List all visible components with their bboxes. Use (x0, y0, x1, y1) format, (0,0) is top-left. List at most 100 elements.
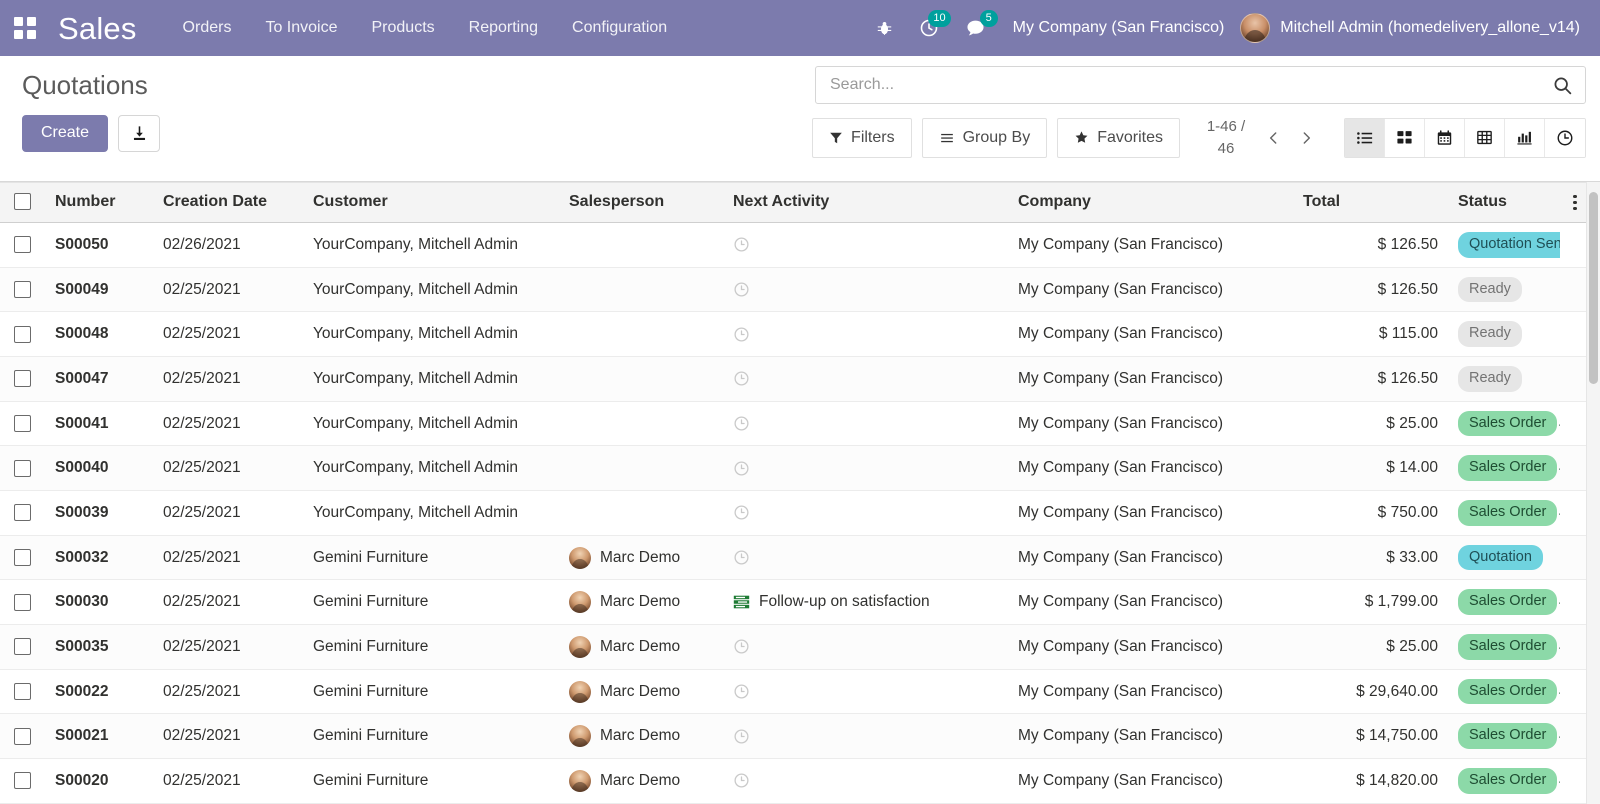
cell-number[interactable]: S00030 (45, 579, 153, 626)
select-all-checkbox[interactable] (14, 193, 31, 211)
cell-next-activity[interactable] (723, 535, 1008, 581)
row-checkbox[interactable] (14, 325, 31, 343)
column-header-creation-date[interactable]: Creation Date (153, 182, 303, 223)
table-row[interactable]: S00035 02/25/2021 Gemini Furniture Marc Dem… (0, 624, 1590, 670)
column-header-total[interactable]: Total (1293, 182, 1448, 223)
clock-icon[interactable] (733, 236, 750, 253)
row-checkbox[interactable] (14, 280, 31, 298)
row-checkbox[interactable] (14, 504, 31, 522)
vertical-scrollbar-thumb[interactable] (1589, 192, 1598, 384)
clock-icon[interactable] (733, 415, 750, 432)
cell-next-activity[interactable] (723, 490, 1008, 536)
filters-dropdown[interactable]: Filters (812, 117, 912, 158)
view-button-pivot[interactable] (1465, 118, 1505, 157)
row-checkbox[interactable] (14, 727, 31, 745)
table-row[interactable]: S00039 02/25/2021 YourCompany, Mitchell Ad… (0, 490, 1590, 536)
cell-next-activity[interactable]: Follow-up on satisfaction (723, 579, 1008, 626)
row-checkbox[interactable] (14, 548, 31, 566)
clock-icon[interactable] (733, 549, 750, 566)
column-header-salesperson[interactable]: Salesperson (559, 182, 723, 223)
cell-next-activity[interactable] (723, 356, 1008, 402)
cell-next-activity[interactable] (723, 624, 1008, 670)
create-button[interactable]: Create (22, 115, 109, 152)
company-switcher[interactable]: My Company (San Francisco) (1013, 19, 1225, 37)
menu-item-configuration[interactable]: Configuration (570, 15, 669, 41)
cell-next-activity[interactable] (723, 669, 1008, 715)
cell-number[interactable]: S00035 (45, 624, 153, 670)
cell-number[interactable]: S00022 (45, 669, 153, 715)
column-header-number[interactable]: Number (45, 182, 153, 223)
apps-grid-icon[interactable] (14, 17, 36, 39)
search-input[interactable] (830, 76, 1552, 94)
clock-icon[interactable] (733, 281, 750, 298)
user-menu[interactable]: Mitchell Admin (homedelivery_allone_v14) (1240, 13, 1586, 43)
menu-item-orders[interactable]: Orders (181, 15, 234, 41)
row-checkbox[interactable] (14, 370, 31, 388)
table-row[interactable]: S00021 02/25/2021 Gemini Furniture Marc Dem… (0, 713, 1590, 760)
clock-icon[interactable] (733, 638, 750, 655)
menu-item-reporting[interactable]: Reporting (467, 15, 540, 41)
favorites-dropdown[interactable]: Favorites (1057, 117, 1180, 158)
debug-bug-icon[interactable] (863, 8, 906, 48)
menu-item-products[interactable]: Products (370, 15, 437, 41)
table-row[interactable]: S00047 02/25/2021 YourCompany, Mitchell Ad… (0, 356, 1590, 402)
cell-number[interactable]: S00039 (45, 490, 153, 536)
view-button-list[interactable] (1345, 118, 1385, 157)
pager-previous-button[interactable] (1260, 124, 1287, 152)
clock-icon[interactable] (733, 683, 750, 700)
cell-next-activity[interactable] (723, 267, 1008, 313)
row-checkbox[interactable] (14, 638, 31, 656)
menu-item-to-invoice[interactable]: To Invoice (263, 15, 339, 41)
cell-next-activity[interactable] (723, 713, 1008, 760)
row-checkbox[interactable] (14, 414, 31, 432)
cell-number[interactable]: S00032 (45, 535, 153, 581)
clock-icon[interactable] (733, 728, 750, 745)
view-button-kanban[interactable] (1385, 118, 1425, 157)
table-row[interactable]: S00032 02/25/2021 Gemini Furniture Marc Dem… (0, 535, 1590, 581)
row-checkbox[interactable] (14, 593, 31, 611)
cell-number[interactable]: S00048 (45, 311, 153, 358)
clock-icon[interactable] (733, 772, 750, 789)
search-bar[interactable] (815, 66, 1586, 104)
row-checkbox[interactable] (14, 682, 31, 700)
pager-counter[interactable]: 1-46 / 46 (1200, 116, 1252, 160)
row-checkbox[interactable] (14, 772, 31, 790)
row-checkbox[interactable] (14, 236, 31, 254)
activity-clock-icon[interactable]: 10 (906, 8, 952, 48)
clock-icon[interactable] (733, 326, 750, 343)
column-header-customer[interactable]: Customer (303, 182, 559, 223)
row-checkbox[interactable] (14, 459, 31, 477)
cell-next-activity[interactable] (723, 758, 1008, 804)
table-row[interactable]: S00020 02/25/2021 Gemini Furniture Marc Dem… (0, 758, 1590, 804)
cell-number[interactable]: S00041 (45, 401, 153, 447)
table-row[interactable]: S00030 02/25/2021 Gemini Furniture Marc Dem… (0, 579, 1590, 626)
column-header-company[interactable]: Company (1008, 182, 1293, 223)
column-header-next-activity[interactable]: Next Activity (723, 182, 1008, 223)
cell-number[interactable]: S00047 (45, 356, 153, 402)
cell-number[interactable]: S00021 (45, 713, 153, 760)
view-button-calendar[interactable] (1425, 118, 1465, 157)
view-button-graph[interactable] (1505, 118, 1545, 157)
table-row[interactable]: S00049 02/25/2021 YourCompany, Mitchell Ad… (0, 267, 1590, 313)
cell-next-activity[interactable] (723, 311, 1008, 358)
table-row[interactable]: S00050 02/26/2021 YourCompany, Mitchell Ad… (0, 222, 1590, 268)
cell-number[interactable]: S00040 (45, 445, 153, 492)
table-row[interactable]: S00022 02/25/2021 Gemini Furniture Marc Dem… (0, 669, 1590, 715)
table-row[interactable]: S00040 02/25/2021 YourCompany, Mitchell Ad… (0, 445, 1590, 492)
cell-number[interactable]: S00050 (45, 222, 153, 268)
table-row[interactable]: S00041 02/25/2021 YourCompany, Mitchell Ad… (0, 401, 1590, 447)
search-icon[interactable] (1552, 75, 1573, 96)
cell-next-activity[interactable] (723, 401, 1008, 447)
column-header-status[interactable]: Status (1448, 182, 1560, 223)
cell-number[interactable]: S00049 (45, 267, 153, 313)
cell-number[interactable]: S00020 (45, 758, 153, 804)
clock-icon[interactable] (733, 504, 750, 521)
vertical-scrollbar-track[interactable] (1586, 182, 1600, 804)
groupby-dropdown[interactable]: Group By (921, 117, 1048, 158)
cell-next-activity[interactable] (723, 445, 1008, 492)
messages-chat-icon[interactable]: 5 (952, 8, 999, 48)
table-row[interactable]: S00048 02/25/2021 YourCompany, Mitchell Ad… (0, 311, 1590, 358)
clock-icon[interactable] (733, 460, 750, 477)
app-brand-sales[interactable]: Sales (58, 13, 137, 44)
view-button-activity[interactable] (1545, 118, 1585, 157)
